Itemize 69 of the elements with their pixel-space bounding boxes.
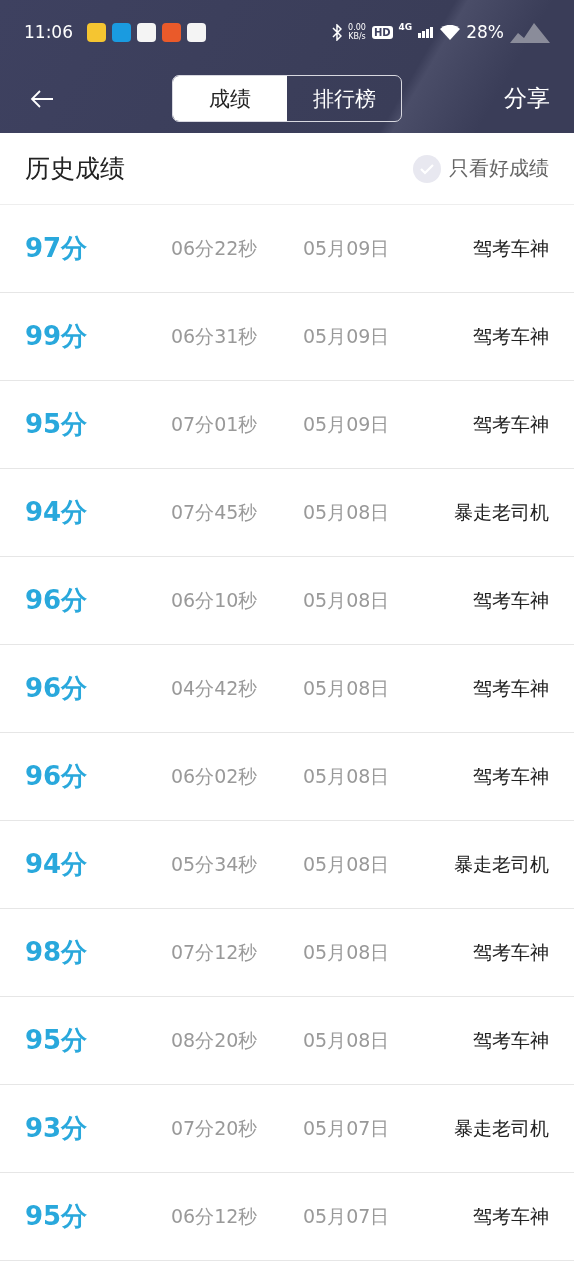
score: 94分 bbox=[25, 848, 89, 881]
duration: 05分34秒 bbox=[171, 851, 259, 877]
duration: 06分12秒 bbox=[171, 1203, 259, 1229]
rank-title: 驾考车神 bbox=[473, 939, 549, 965]
rank-title: 驾考车神 bbox=[473, 675, 549, 701]
score: 94分 bbox=[25, 496, 89, 529]
rank-title: 驾考车神 bbox=[473, 1203, 549, 1229]
exam-date: 05月08日 bbox=[303, 499, 390, 525]
duration: 07分12秒 bbox=[171, 939, 259, 965]
score: 95分 bbox=[25, 1024, 89, 1057]
duration: 06分22秒 bbox=[171, 235, 259, 261]
bluetooth-icon bbox=[332, 23, 343, 41]
segment-tab[interactable]: 成绩 bbox=[173, 76, 287, 121]
exam-date: 05月08日 bbox=[303, 939, 390, 965]
back-icon[interactable] bbox=[30, 88, 54, 109]
status-time: 11:06 bbox=[24, 22, 73, 42]
duration: 06分31秒 bbox=[171, 323, 259, 349]
exam-date: 05月07日 bbox=[303, 1203, 390, 1229]
app-notification-icon bbox=[112, 22, 131, 42]
segment-tab[interactable]: 排行榜 bbox=[287, 76, 401, 121]
rank-title: 驾考车神 bbox=[473, 1027, 549, 1053]
hd-badge: HD bbox=[371, 25, 393, 39]
score: 96分 bbox=[25, 584, 89, 617]
score: 99分 bbox=[25, 320, 89, 353]
rank-title: 暴走老司机 bbox=[454, 499, 549, 525]
good-scores-filter[interactable]: 只看好成绩 bbox=[413, 154, 549, 183]
app-notification-icon bbox=[162, 22, 181, 42]
duration: 06分02秒 bbox=[171, 763, 259, 789]
exam-date: 05月09日 bbox=[303, 323, 390, 349]
exam-date: 05月08日 bbox=[303, 675, 390, 701]
duration: 04分42秒 bbox=[171, 675, 259, 701]
exam-date: 05月07日 bbox=[303, 1115, 390, 1141]
app-notification-icon bbox=[187, 22, 206, 42]
signal-icon bbox=[418, 26, 435, 38]
rank-title: 驾考车神 bbox=[473, 235, 549, 261]
score: 97分 bbox=[25, 232, 89, 265]
network-type: 4G bbox=[398, 22, 413, 32]
battery-level: 28% bbox=[466, 22, 504, 42]
share-link[interactable]: 分享 bbox=[504, 83, 550, 114]
rank-title: 驾考车神 bbox=[473, 323, 549, 349]
score: 98分 bbox=[25, 936, 89, 969]
net-speed: 0.00 bbox=[348, 23, 366, 32]
score: 93分 bbox=[25, 1112, 89, 1145]
exam-date: 05月09日 bbox=[303, 411, 390, 437]
exam-date: 05月09日 bbox=[303, 235, 390, 261]
rank-title: 暴走老司机 bbox=[454, 1115, 549, 1141]
duration: 07分01秒 bbox=[171, 411, 259, 437]
exam-date: 05月08日 bbox=[303, 763, 390, 789]
score: 95分 bbox=[25, 408, 89, 441]
score: 96分 bbox=[25, 760, 89, 793]
exam-date: 05月08日 bbox=[303, 587, 390, 613]
duration: 08分20秒 bbox=[171, 1027, 259, 1053]
mountain-icon bbox=[510, 21, 550, 43]
rank-title: 暴走老司机 bbox=[454, 851, 549, 877]
app-notification-icon bbox=[87, 22, 106, 42]
duration: 07分45秒 bbox=[171, 499, 259, 525]
section-title: 历史成绩 bbox=[25, 153, 125, 185]
duration: 07分20秒 bbox=[171, 1115, 259, 1141]
rank-title: 驾考车神 bbox=[473, 587, 549, 613]
duration: 06分10秒 bbox=[171, 587, 259, 613]
rank-title: 驾考车神 bbox=[473, 763, 549, 789]
wifi-icon bbox=[440, 24, 461, 40]
net-speed-unit: KB/s bbox=[348, 32, 366, 41]
app-notification-icon bbox=[137, 22, 156, 42]
score: 96分 bbox=[25, 672, 89, 705]
exam-date: 05月08日 bbox=[303, 851, 390, 877]
exam-date: 05月08日 bbox=[303, 1027, 390, 1053]
score: 95分 bbox=[25, 1200, 89, 1233]
rank-title: 驾考车神 bbox=[473, 411, 549, 437]
